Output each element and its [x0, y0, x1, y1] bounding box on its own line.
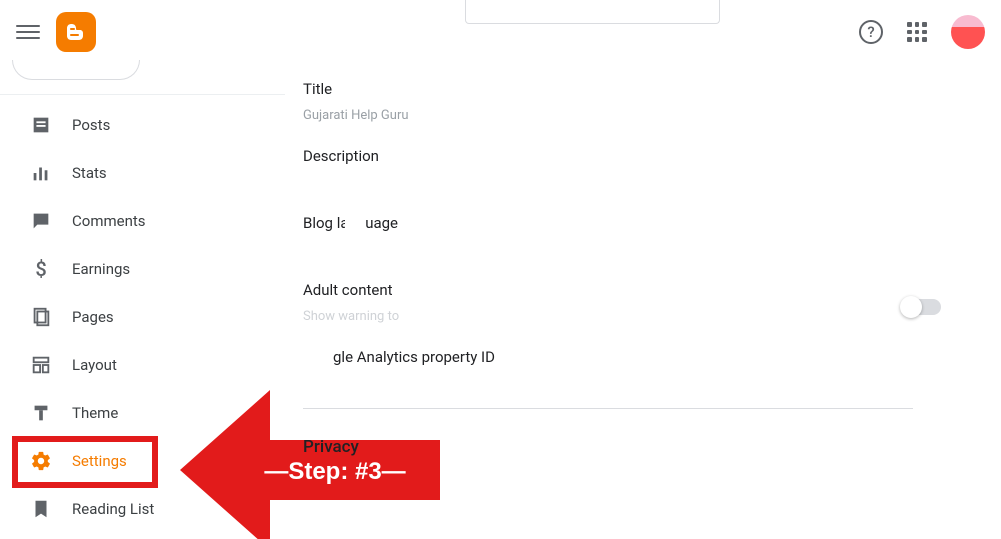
theme-icon [30, 402, 52, 424]
blogger-logo[interactable] [56, 12, 96, 52]
section-title-privacy: Privacy [303, 437, 937, 457]
setting-title-label: Title [303, 80, 937, 98]
avatar[interactable] [951, 15, 985, 49]
sidebar-item-label: Layout [72, 356, 117, 374]
sidebar-item-stats[interactable]: Stats [0, 149, 285, 197]
sidebar: Posts Stats Comments $ Earnings Pages La… [0, 64, 285, 539]
sidebar-item-reading-list[interactable]: Reading List [0, 485, 285, 533]
blog-selector[interactable] [12, 60, 140, 80]
setting-adult-content-sub: Show warning to [303, 309, 937, 324]
setting-analytics[interactable]: gle Analytics property ID [303, 336, 937, 378]
setting-blog-language[interactable]: Blog language [303, 202, 937, 269]
sidebar-item-posts[interactable]: Posts [0, 101, 285, 149]
setting-description-value [303, 175, 937, 190]
sidebar-item-label: Settings [72, 452, 127, 470]
setting-title[interactable]: Title Gujarati Help Guru [303, 68, 937, 135]
settings-icon [30, 450, 52, 472]
search-dropdown[interactable] [465, 0, 720, 24]
settings-main: Title Gujarati Help Guru Description Blo… [285, 64, 1001, 539]
sidebar-divider [0, 94, 285, 95]
setting-title-value: Gujarati Help Guru [303, 108, 937, 123]
setting-adult-content: Adult content Show warning to [303, 269, 937, 336]
sidebar-item-label: Earnings [72, 260, 130, 278]
adult-content-toggle[interactable] [903, 299, 941, 315]
app-header: ? [0, 0, 1001, 64]
sidebar-item-settings[interactable]: Settings [0, 437, 285, 485]
sidebar-item-earnings[interactable]: $ Earnings [0, 245, 285, 293]
layout-icon [30, 354, 52, 376]
earnings-icon: $ [30, 258, 52, 280]
setting-description[interactable]: Description [303, 135, 937, 202]
bookmark-icon [30, 498, 52, 520]
comments-icon [30, 210, 52, 232]
sidebar-item-label: Pages [72, 308, 114, 326]
sidebar-item-label: Stats [72, 164, 107, 182]
setting-adult-content-label: Adult content [303, 281, 937, 299]
apps-icon[interactable] [907, 22, 927, 42]
sidebar-item-pages[interactable]: Pages [0, 293, 285, 341]
setting-description-label: Description [303, 147, 937, 165]
posts-icon [30, 114, 52, 136]
menu-icon[interactable] [16, 20, 40, 44]
pages-icon [30, 306, 52, 328]
sidebar-item-label: Comments [72, 212, 146, 230]
help-icon[interactable]: ? [859, 20, 883, 44]
sidebar-item-theme[interactable]: Theme [0, 389, 285, 437]
section-divider [303, 408, 913, 409]
setting-analytics-label: gle Analytics property ID [333, 348, 937, 366]
sidebar-item-label: Theme [72, 404, 118, 422]
sidebar-item-label: Reading List [72, 500, 154, 518]
sidebar-item-label: Posts [72, 116, 110, 134]
stats-icon [30, 162, 52, 184]
sidebar-item-comments[interactable]: Comments [0, 197, 285, 245]
setting-blog-language-label: Blog language [303, 214, 937, 232]
setting-blog-language-value [303, 242, 937, 257]
sidebar-item-layout[interactable]: Layout [0, 341, 285, 389]
